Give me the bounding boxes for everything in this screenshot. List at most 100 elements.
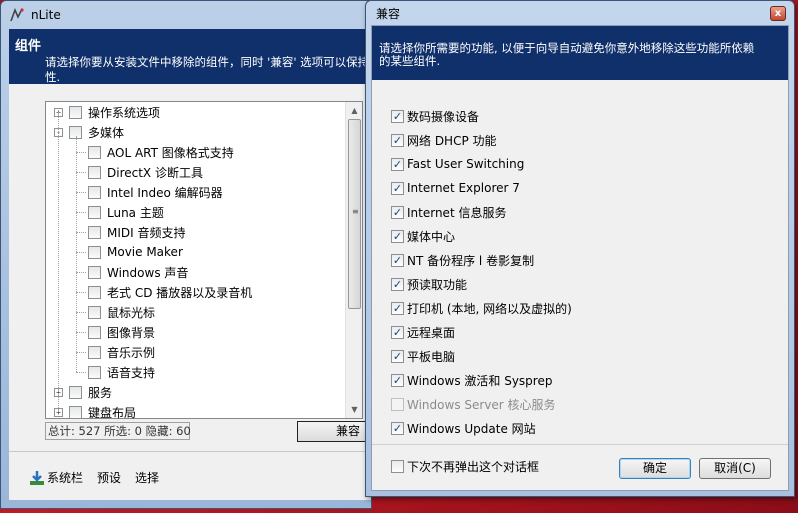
dont-show-again-checkbox[interactable]: 下次不再弹出这个对话框: [391, 456, 539, 476]
tree-connector-line: [76, 172, 86, 173]
bottom-toolbar: 系统栏 预设 选择: [29, 469, 159, 486]
compat-option-label: Windows 激活和 Sysprep: [407, 373, 553, 388]
compat-option-label: 远程桌面: [407, 325, 456, 340]
compat-option[interactable]: ✓ 远程桌面: [391, 322, 455, 342]
tree-item[interactable]: - 多媒体: [54, 122, 124, 142]
main-titlebar[interactable]: nLite: [1, 1, 371, 29]
compat-option[interactable]: ✓ 打印机 (本地, 网络以及虚拟的): [391, 298, 572, 318]
scroll-down-arrow-icon[interactable]: ▼: [347, 402, 362, 417]
checkbox-checked-icon[interactable]: ✓: [391, 277, 404, 291]
checkbox-checked-icon[interactable]: ✓: [391, 229, 404, 243]
checkbox-checked-icon[interactable]: ✓: [391, 253, 404, 267]
tree-item[interactable]: AOL ART 图像格式支持: [88, 142, 234, 162]
tree-item-checkbox[interactable]: [88, 305, 101, 319]
compat-option: Windows Server 核心服务: [391, 394, 556, 414]
compat-option[interactable]: ✓ Internet 信息服务: [391, 202, 506, 222]
compat-option[interactable]: ✓ NT 备份程序 l 卷影复制: [391, 250, 534, 270]
tree-item[interactable]: Windows 声音: [88, 262, 188, 282]
tree-item[interactable]: + 服务: [54, 382, 112, 402]
checkbox-checked-icon[interactable]: ✓: [391, 181, 404, 195]
tree-item-checkbox[interactable]: [88, 245, 101, 259]
tree-item-checkbox[interactable]: [69, 405, 82, 419]
tree-item-checkbox[interactable]: [88, 265, 101, 279]
tree-item[interactable]: 图像背景: [88, 322, 155, 342]
compat-option[interactable]: ✓ Fast User Switching: [391, 154, 524, 174]
components-header-desc-line2: 性.: [45, 70, 61, 84]
tree-connector-line: [76, 352, 86, 353]
compat-option-label: Windows Update 网站: [407, 421, 536, 436]
tree-item-checkbox[interactable]: [88, 225, 101, 239]
tree-item[interactable]: DirectX 诊断工具: [88, 162, 203, 182]
checkbox-checked-icon[interactable]: ✓: [391, 109, 404, 123]
main-window-title: nLite: [31, 8, 61, 22]
select-button[interactable]: 选择: [135, 469, 159, 486]
compat-option[interactable]: ✓ 数码摄像设备: [391, 106, 479, 126]
close-icon[interactable]: x: [770, 6, 786, 21]
tree-item-checkbox[interactable]: [88, 145, 101, 159]
compat-option[interactable]: ✓ 媒体中心: [391, 226, 455, 246]
dont-show-again-label: 下次不再弹出这个对话框: [407, 459, 540, 474]
dialog-titlebar[interactable]: 兼容 x: [366, 1, 794, 25]
checkbox-checked-icon[interactable]: ✓: [391, 205, 404, 219]
main-content-frame: 组件 请选择你要从安装文件中移除的组件，同时 '兼容' 选项可以保持 性. ▲ …: [9, 29, 377, 500]
tree-item-checkbox[interactable]: [88, 285, 101, 299]
sysbar-label: 系统栏: [47, 471, 84, 485]
checkbox-checked-icon[interactable]: ✓: [391, 421, 404, 435]
tree-item[interactable]: 音乐示例: [88, 342, 155, 362]
checkbox-checked-icon[interactable]: ✓: [391, 325, 404, 339]
tree-item-label: Luna 主题: [107, 205, 164, 220]
tree-item-checkbox[interactable]: [88, 205, 101, 219]
ok-button[interactable]: 确定: [619, 458, 691, 479]
tree-item-label: 鼠标光标: [107, 305, 156, 320]
tree-item[interactable]: 鼠标光标: [88, 302, 155, 322]
scroll-up-arrow-icon[interactable]: ▲: [347, 103, 362, 118]
tree-item-checkbox[interactable]: [88, 365, 101, 379]
tree-item[interactable]: Intel Indeo 编解码器: [88, 182, 223, 202]
tree-item[interactable]: + 操作系统选项: [54, 102, 160, 122]
checkbox-checked-icon[interactable]: ✓: [391, 133, 404, 147]
tree-item-checkbox[interactable]: [69, 385, 82, 399]
dialog-frame: 请选择你所需要的功能, 以便于向导自动避免你意外地移除这些功能所依赖 的某些组件…: [371, 25, 789, 491]
tree-item-checkbox[interactable]: [88, 185, 101, 199]
tree-item[interactable]: 语音支持: [88, 362, 155, 382]
tree-item[interactable]: + 键盘布局: [54, 402, 136, 422]
checkbox-checked-icon[interactable]: ✓: [391, 349, 404, 363]
components-status-counter: 总计: 527 所选: 0 隐藏: 60: [45, 422, 191, 440]
tree-vertical-scrollbar[interactable]: ▲ ≡ ▼: [345, 102, 362, 418]
tree-item-checkbox[interactable]: [88, 345, 101, 359]
compat-option[interactable]: ✓ 网络 DHCP 功能: [391, 130, 497, 150]
components-header-desc-line1: 请选择你要从安装文件中移除的组件，同时 '兼容' 选项可以保持: [45, 55, 370, 69]
compat-option-label: 预读取功能: [407, 277, 468, 292]
tree-item[interactable]: Luna 主题: [88, 202, 164, 222]
tree-connector-line: [76, 372, 86, 373]
cancel-button[interactable]: 取消(C): [699, 458, 771, 479]
compat-option[interactable]: ✓ 预读取功能: [391, 274, 467, 294]
components-tree[interactable]: ▲ ≡ ▼ + 操作系统选项 - 多媒体 AOL ART 图像格式支持 DirectX 诊…: [45, 101, 363, 422]
checkbox-checked-icon[interactable]: ✓: [391, 373, 404, 387]
tree-item-checkbox[interactable]: [88, 165, 101, 179]
sysbar-button[interactable]: 系统栏: [29, 469, 83, 486]
scroll-grip-icon: ≡: [352, 207, 359, 216]
tree-item-checkbox[interactable]: [88, 325, 101, 339]
tree-item[interactable]: 老式 CD 播放器以及录音机: [88, 282, 252, 302]
tree-item[interactable]: MIDI 音频支持: [88, 222, 186, 242]
tree-item-label: 音乐示例: [107, 345, 156, 360]
compat-option-label: Windows Server 核心服务: [407, 397, 556, 412]
checkbox-checked-icon[interactable]: ✓: [391, 301, 404, 315]
tree-connector-line: [76, 312, 86, 313]
tree-item-label: 语音支持: [107, 365, 156, 380]
checkbox-checked-icon[interactable]: ✓: [391, 157, 404, 171]
scroll-thumb[interactable]: ≡: [348, 119, 361, 309]
tree-item-checkbox[interactable]: [69, 105, 82, 119]
components-header-title: 组件: [15, 39, 42, 54]
preset-button[interactable]: 预设: [97, 469, 121, 486]
compat-option-label: 网络 DHCP 功能: [407, 133, 497, 148]
compat-option[interactable]: ✓ 平板电脑: [391, 346, 455, 366]
compat-option[interactable]: ✓ Windows 激活和 Sysprep: [391, 370, 552, 390]
tree-connector-line: [76, 292, 86, 293]
dont-show-again-box[interactable]: [391, 459, 404, 473]
tree-item[interactable]: Movie Maker: [88, 242, 183, 262]
tree-connector-line: [76, 212, 86, 213]
compat-option[interactable]: ✓ Internet Explorer 7: [391, 178, 520, 198]
compat-option[interactable]: ✓ Windows Update 网站: [391, 418, 536, 438]
